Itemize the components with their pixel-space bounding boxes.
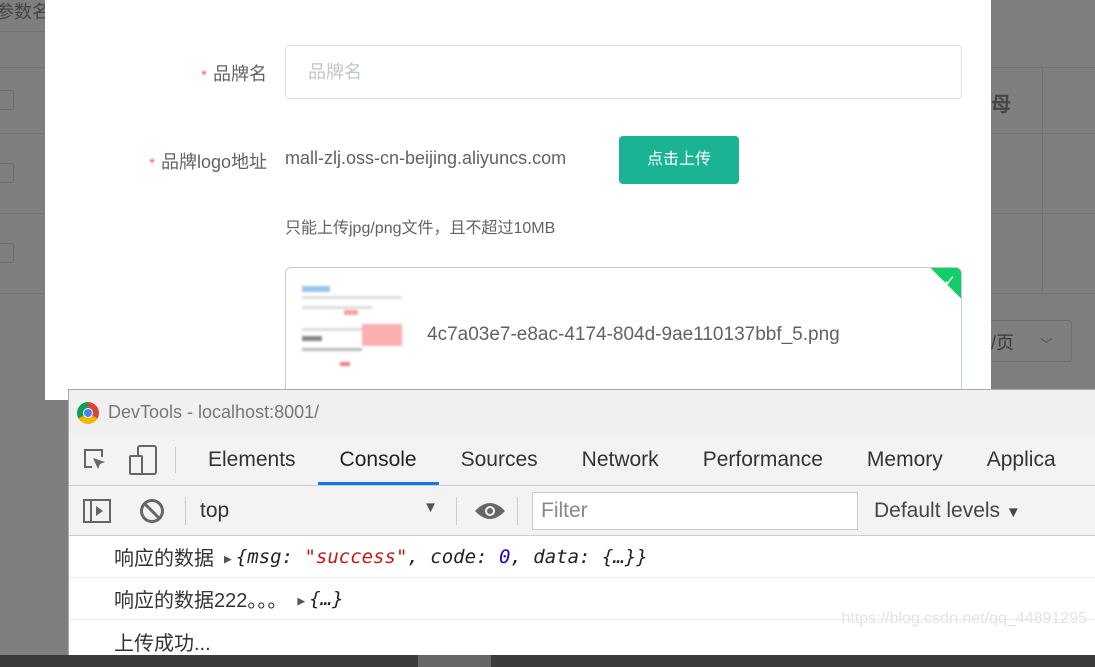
devtools-tabs: Elements Console Sources Network Perform… [69,435,1095,486]
file-name: 4c7a03e7-e8ac-4174-804d-9ae110137bbf_5.p… [427,324,840,345]
bg-column-header: 母 [991,94,1011,116]
chrome-icon [77,401,99,424]
device-toggle-icon[interactable] [121,435,165,485]
check-icon: ✓ [943,273,956,290]
expand-triangle-icon[interactable]: ▶ [224,552,232,567]
tab-performance[interactable]: Performance [681,435,845,485]
bg-checkbox [0,243,14,263]
logo-label: * 品牌logo地址 [149,152,267,172]
bg-checkbox [0,163,14,183]
expand-triangle-icon[interactable]: ▶ [297,594,305,609]
uploaded-file-item[interactable]: 4c7a03e7-e8ac-4174-804d-9ae110137bbf_5.p… [285,267,962,407]
console-toolbar: top ▼ Filter Default levels ▼ [69,486,1095,536]
inspect-element-icon[interactable] [69,435,121,485]
bg-checkbox [0,90,14,110]
console-message: 响应的数据 ▶ {msg: "success", code: 0, data: {…… [69,536,1095,578]
devtools-titlebar: DevTools - localhost:8001/ [69,390,1095,435]
tab-memory[interactable]: Memory [845,435,965,485]
tab-console[interactable]: Console [317,435,439,485]
context-select[interactable]: top ▼ [196,499,446,523]
sidebar-toggle-icon[interactable] [69,498,125,523]
file-thumbnail [300,284,406,370]
taskbar [0,655,1095,667]
logo-host: mall-zlj.oss-cn-beijing.aliyuncs.com [285,148,567,168]
log-levels-select[interactable]: Default levels ▼ [874,499,1021,523]
upload-tip: 只能上传jpg/png文件，且不超过10MB [285,220,556,237]
upload-button[interactable]: 点击上传 [619,136,739,184]
brand-name-input[interactable]: 品牌名 [285,45,962,99]
filter-input[interactable]: Filter [532,491,858,530]
watermark: https://blog.csdn.net/qq_44891295 [841,610,1087,627]
eye-icon[interactable] [467,501,513,521]
tab-network[interactable]: Network [560,435,681,485]
tab-application[interactable]: Applica [965,435,1078,485]
brand-dialog: * 品牌名 品牌名 * 品牌logo地址 mall-zlj.oss-cn-beiji… [45,0,991,407]
tab-sources[interactable]: Sources [439,435,560,485]
tab-elements[interactable]: Elements [186,435,318,485]
clear-console-icon[interactable] [125,498,179,524]
bg-header-text: 参数名 [0,2,50,22]
brand-name-label: * 品牌名 [201,64,267,84]
